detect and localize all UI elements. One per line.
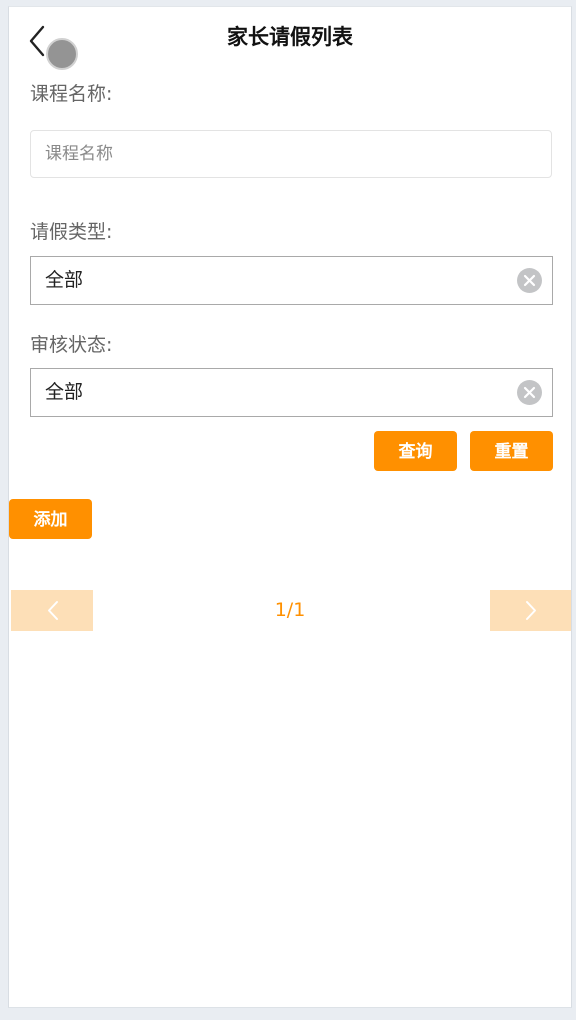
- page-title: 家长请假列表: [227, 25, 353, 49]
- course-name-label: 课程名称:: [30, 83, 113, 105]
- clear-icon[interactable]: [517, 380, 542, 405]
- leave-type-label: 请假类型:: [30, 221, 113, 243]
- leave-type-select[interactable]: 全部: [30, 256, 553, 305]
- app-screen: 家长请假列表 课程名称: 请假类型: 全部 审核状态: 全部 查询 重置 添加: [8, 6, 572, 1008]
- query-button[interactable]: 查询: [374, 431, 457, 471]
- page-indicator: 1/1: [274, 599, 306, 621]
- review-status-select[interactable]: 全部: [30, 368, 553, 417]
- leave-type-value: 全部: [45, 269, 84, 291]
- next-page-button[interactable]: [490, 590, 571, 631]
- review-status-value: 全部: [45, 381, 84, 403]
- reset-button[interactable]: 重置: [470, 431, 553, 471]
- add-button[interactable]: 添加: [9, 499, 92, 539]
- clear-icon[interactable]: [517, 268, 542, 293]
- course-name-input[interactable]: [30, 130, 552, 178]
- chevron-right-icon: [526, 601, 536, 620]
- review-status-label: 审核状态:: [30, 334, 113, 356]
